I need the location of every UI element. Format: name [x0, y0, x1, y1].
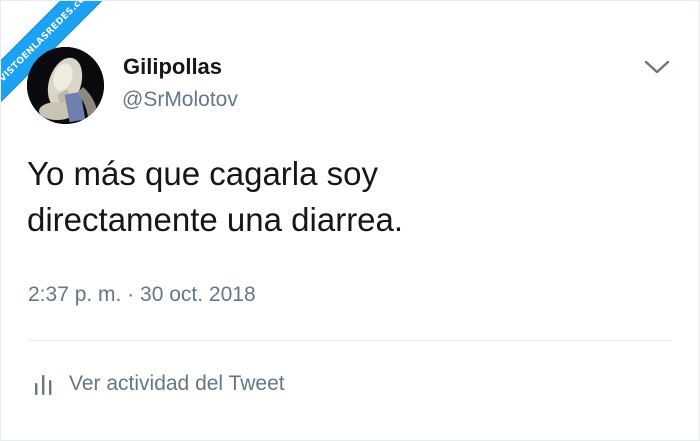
author-display-name[interactable]: Gilipollas: [123, 54, 222, 80]
sneaker-photo-avatar-icon: [27, 47, 104, 124]
chevron-down-icon[interactable]: [644, 57, 670, 77]
bar-chart-icon: [35, 375, 52, 395]
tweet-text-line-2: directamente una diarrea.: [27, 201, 404, 238]
tweet-activity-link[interactable]: Ver actividad del Tweet: [33, 368, 285, 400]
avatar[interactable]: [27, 47, 104, 124]
tweet-card: VISTOENLASREDES.com Gilipollas @SrMoloto…: [0, 0, 700, 441]
author-handle[interactable]: @SrMolotov: [122, 88, 238, 112]
divider: [28, 340, 672, 341]
tweet-text: Yo más que cagarla soy directamente una …: [27, 151, 667, 243]
tweet-text-line-1: Yo más que cagarla soy: [27, 155, 378, 192]
tweet-timestamp[interactable]: 2:37 p. m. · 30 oct. 2018: [28, 283, 256, 307]
activity-label: Ver actividad del Tweet: [69, 372, 285, 395]
